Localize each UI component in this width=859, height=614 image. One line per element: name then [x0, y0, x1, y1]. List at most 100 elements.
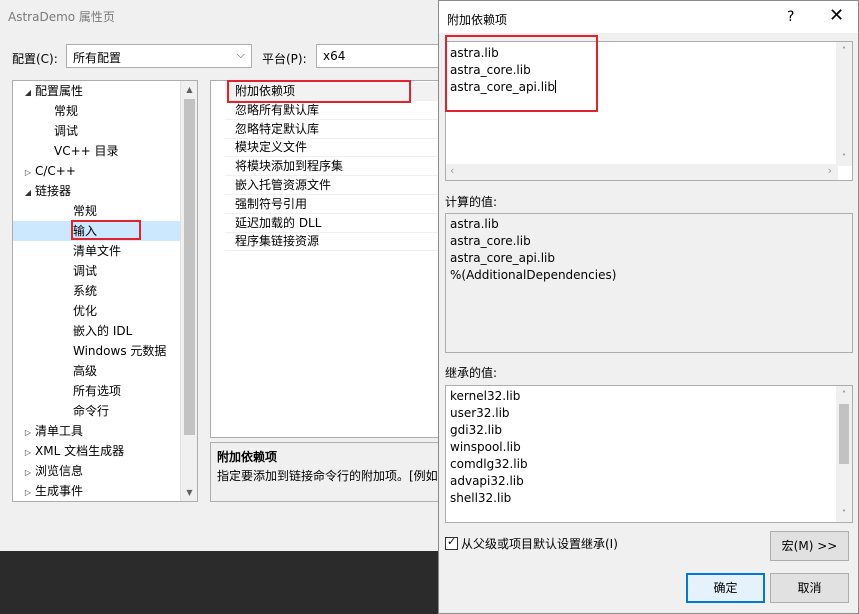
tree-item[interactable]: 调试	[13, 261, 181, 281]
tree-item[interactable]: 所有选项	[13, 381, 181, 401]
close-icon[interactable]: ✕	[829, 5, 844, 26]
eval-hscroll[interactable]	[446, 336, 838, 352]
description-panel: 附加依赖项 指定要添加到链接命令行的附加项。[例如	[210, 442, 446, 502]
platform-select[interactable]: x64	[316, 44, 446, 68]
tree-item[interactable]: 输入	[13, 221, 181, 241]
property-row[interactable]: 嵌入托管资源文件	[225, 176, 445, 195]
triangle-right-icon[interactable]: ▷	[21, 443, 35, 463]
ok-button[interactable]: 确定	[686, 573, 765, 603]
tree-item[interactable]: 嵌入的 IDL	[13, 321, 181, 341]
tree-item[interactable]: 调试	[13, 121, 181, 141]
tree-item[interactable]: VC++ 目录	[13, 141, 181, 161]
scroll-down-icon[interactable]: ˅	[836, 149, 852, 166]
tree-item[interactable]: ▷ 生成事件	[13, 481, 181, 501]
tree-item[interactable]: 优化	[13, 301, 181, 321]
triangle-down-icon[interactable]: ◢	[21, 83, 35, 103]
tree-item[interactable]: Windows 元数据	[13, 341, 181, 361]
tree-item-label: XML 文档生成器	[35, 444, 125, 458]
scroll-down-icon[interactable]: ▼	[181, 484, 197, 501]
macros-button[interactable]: 宏(M) >>	[770, 531, 849, 561]
triangle-right-icon[interactable]: ▷	[21, 423, 35, 443]
scroll-right-icon[interactable]: ›	[828, 164, 832, 177]
scroll-up-icon[interactable]: ˄	[836, 386, 852, 403]
deps-edit-box[interactable]: ˄ ˅ ‹ › astra.lib astra_core.lib astra_cor…	[445, 41, 853, 181]
edit-line-text: astra_core.lib	[450, 63, 531, 77]
help-icon[interactable]: ?	[787, 9, 794, 25]
inherited-line: comdlg32.lib	[450, 457, 528, 471]
tree-item-label: 输入	[73, 224, 98, 238]
property-row[interactable]: 将模块添加到程序集	[225, 157, 445, 177]
tree-item-label: 常规	[73, 204, 98, 218]
tree-item[interactable]: ▷ 清单工具	[13, 421, 181, 441]
tree-item[interactable]: 命令行	[13, 401, 181, 421]
scroll-thumb[interactable]	[184, 99, 195, 435]
check-icon[interactable]	[445, 535, 458, 550]
inherit-checkbox-row[interactable]: 从父级或项目默认设置继承(I)	[445, 535, 618, 552]
scroll-down-icon[interactable]: ˅	[836, 505, 852, 522]
tree-item-label: 清单文件	[73, 244, 122, 258]
edit-line[interactable]: astra_core_api.lib	[450, 79, 556, 96]
tree-item[interactable]: 系统	[13, 281, 181, 301]
triangle-right-icon[interactable]: ▷	[21, 463, 35, 483]
tree-item[interactable]: 高级	[13, 361, 181, 381]
dialog-titlebar: 附加依赖项 ? ✕	[439, 1, 858, 33]
edit-line[interactable]: astra.lib	[450, 45, 499, 62]
tree-item[interactable]: ◢ 链接器	[13, 181, 181, 201]
tree-item-label: 命令行	[73, 404, 110, 418]
edit-line-text: astra_core_api.lib	[450, 80, 555, 94]
inherited-line: advapi32.lib	[450, 474, 524, 488]
tree-item[interactable]: ◢ 配置属性	[13, 81, 181, 101]
tree-item[interactable]: 清单文件	[13, 241, 181, 261]
scroll-thumb[interactable]	[839, 404, 849, 464]
config-select[interactable]: 所有配置 ⌵	[66, 44, 252, 68]
inherited-line: shell32.lib	[450, 491, 512, 505]
scroll-up-icon[interactable]: ˄	[836, 42, 852, 59]
property-row[interactable]: 延迟加载的 DLL	[225, 214, 445, 233]
tree-item[interactable]: 常规	[13, 101, 181, 121]
tree-item[interactable]: ▷ 浏览信息	[13, 461, 181, 481]
property-row[interactable]: 附加依赖项	[225, 82, 445, 101]
triangle-right-icon[interactable]: ▷	[21, 483, 35, 501]
scroll-left-icon[interactable]: ‹	[450, 164, 454, 177]
evaluated-line: astra.lib	[450, 217, 499, 231]
property-row[interactable]: 忽略所有默认库	[225, 101, 445, 120]
tree-item-label: 浏览信息	[35, 464, 84, 478]
eval-vscroll[interactable]	[836, 214, 852, 338]
description-title: 附加依赖项	[217, 450, 278, 464]
evaluated-line: astra_core_api.lib	[450, 251, 555, 265]
inherited-line: kernel32.lib	[450, 389, 521, 403]
platform-value: x64	[323, 49, 346, 63]
tree-item-label: VC++ 目录	[54, 144, 119, 158]
edit-hscroll[interactable]: ‹ ›	[446, 164, 838, 180]
tree-scrollbar[interactable]: ▲ ▼	[180, 81, 197, 501]
tree-item-label: 调试	[54, 124, 79, 138]
property-row[interactable]: 程序集链接资源	[225, 232, 445, 252]
tree-item[interactable]: ▷ XML 文档生成器	[13, 441, 181, 461]
property-row[interactable]: 模块定义文件	[225, 138, 445, 158]
evaluated-values-box: astra.lib astra_core.lib astra_core_api.li…	[445, 213, 853, 353]
property-row[interactable]: 忽略特定默认库	[225, 120, 445, 139]
triangle-down-icon[interactable]: ◢	[21, 183, 35, 203]
tree-item[interactable]: ▷ C/C++	[13, 161, 181, 181]
tree-item-label: 调试	[73, 264, 98, 278]
property-row[interactable]: 强制符号引用	[225, 195, 445, 214]
property-grid[interactable]: 附加依赖项 忽略所有默认库 忽略特定默认库 模块定义文件 将模块添加到程序集 嵌入托管资源…	[210, 80, 446, 438]
edit-vscroll[interactable]: ˄ ˅	[836, 42, 852, 166]
inherited-line: winspool.lib	[450, 440, 521, 454]
inherited-label: 继承的值:	[445, 366, 498, 380]
property-tree[interactable]: ▷ 生成事件 ▷ 浏览信息 ▷ XML 文档生成器 ▷ 清单工具 命令行 所有选项 高级 Window…	[12, 80, 198, 502]
tree-item-label: 链接器	[35, 184, 72, 198]
edit-line[interactable]: astra_core.lib	[450, 62, 531, 79]
cancel-button[interactable]: 取消	[770, 573, 849, 603]
evaluated-line: %(AdditionalDependencies)	[450, 268, 617, 282]
triangle-right-icon[interactable]: ▷	[21, 163, 35, 183]
property-pages-window: AstraDemo 属性页 配置(C): 所有配置 ⌵ 平台(P): x64 ▷…	[0, 0, 446, 551]
tree-item-label: 常规	[54, 104, 79, 118]
tree-item-label: 配置属性	[35, 84, 84, 98]
tree-item[interactable]: 常规	[13, 201, 181, 221]
edit-line-text: astra.lib	[450, 46, 499, 60]
inherited-vscroll[interactable]: ˄ ˅	[836, 386, 852, 522]
scroll-up-icon[interactable]: ▲	[181, 81, 197, 98]
window-title: AstraDemo 属性页	[8, 10, 115, 24]
config-label: 配置(C):	[12, 52, 58, 66]
